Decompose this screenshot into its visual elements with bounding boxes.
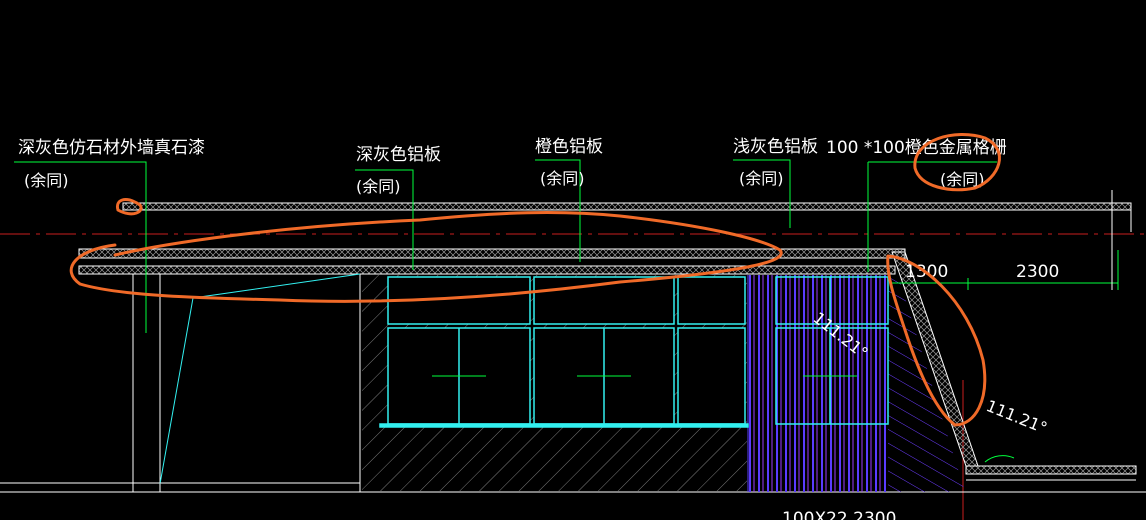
window-lower-3 <box>677 327 746 425</box>
orange-panel-note: (余同) <box>540 169 585 188</box>
dim-2300: 2300 <box>1016 262 1059 282</box>
light-grey-panel-label: 浅灰色铝板 <box>733 137 818 157</box>
angle-lower: 111.21° <box>984 396 1050 438</box>
left-glass-outline <box>159 273 361 485</box>
bottom-dim: 100X22 2300 <box>782 509 896 520</box>
light-grey-panel-note: (余同) <box>739 169 784 188</box>
dark-grey-panel-note: (余同) <box>356 177 401 196</box>
right-base-slab <box>965 465 1137 475</box>
window-sill <box>379 423 749 428</box>
roof-slab-lower <box>78 265 896 275</box>
dark-grey-panel-label: 深灰色铝板 <box>356 145 441 165</box>
window-upper-3 <box>677 276 746 325</box>
orange-panel-label: 橙色铝板 <box>535 137 603 157</box>
angle-arc <box>984 455 1015 463</box>
stone-paint-label: 深灰色仿石材外墙真石漆 <box>18 138 205 158</box>
top-canopy-slab <box>122 202 1132 211</box>
stone-paint-note: (余同) <box>24 171 69 190</box>
metal-grille-panel <box>748 275 888 492</box>
cad-elevation-drawing: 深灰色仿石材外墙真石漆 (余同) 深灰色铝板 (余同) 橙色铝板 (余同) 浅灰… <box>0 133 1146 520</box>
